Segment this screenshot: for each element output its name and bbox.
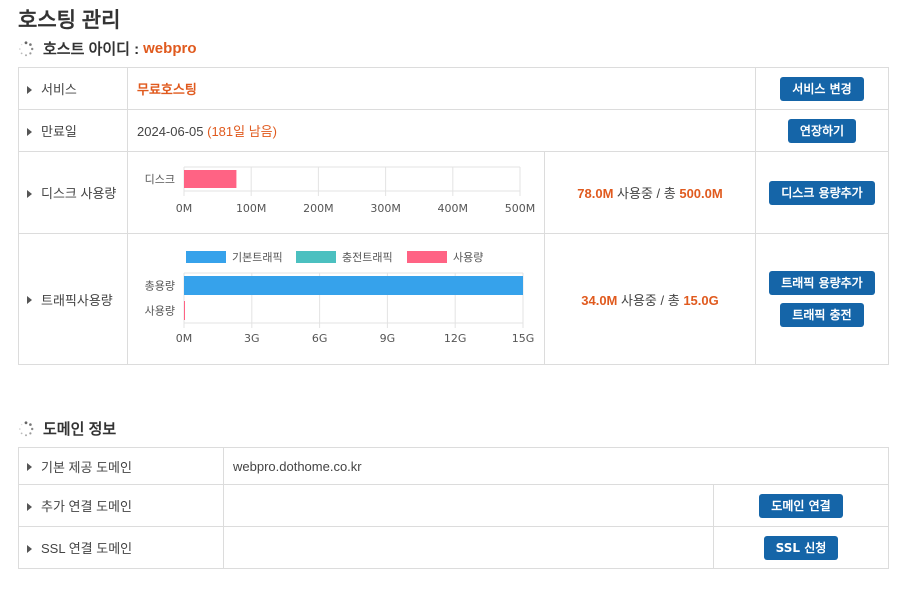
service-row: 서비스 무료호스팅 서비스 변경 <box>18 67 889 110</box>
y-category-label: 총용량 <box>145 280 175 293</box>
y-category-label: 디스크 <box>145 173 175 186</box>
y-category-label: 사용량 <box>145 305 175 318</box>
legend-swatch <box>407 251 447 263</box>
add-traffic-button[interactable]: 트래픽 용량추가 <box>769 271 875 295</box>
disk-used-text: 사용중 / 총 <box>617 186 676 201</box>
service-label: 서비스 <box>41 82 77 97</box>
x-tick-label: 300M <box>370 202 401 215</box>
loading-spinner-icon <box>19 420 34 436</box>
expiry-row: 만료일 2024-06-05 (181일 남음) 연장하기 <box>18 109 889 152</box>
x-tick-label: 15G <box>512 332 535 345</box>
legend-label: 충전트래픽 <box>342 251 393 264</box>
x-tick-label: 0M <box>176 332 193 345</box>
caret-right-icon <box>27 463 32 472</box>
expiry-date: 2024-06-05 <box>137 124 204 139</box>
caret-right-icon <box>27 544 32 553</box>
host-id-heading: 호스트 아이디 : webpro <box>18 38 196 59</box>
domain-table: 기본 제공 도메인 webpro.dothome.co.kr 추가 연결 도메인… <box>18 447 889 569</box>
change-service-button[interactable]: 서비스 변경 <box>780 76 864 101</box>
extra-domain-value <box>223 484 714 527</box>
x-tick-label: 500M <box>505 202 536 215</box>
legend-swatch <box>296 251 336 263</box>
disk-usage-chart: 0M 100M 200M 300M 400M 500M 디스크 <box>145 166 536 215</box>
extend-button[interactable]: 연장하기 <box>787 118 857 143</box>
x-tick-label: 6G <box>312 332 328 345</box>
disk-label: 디스크 사용량 <box>41 186 117 201</box>
x-tick-label: 100M <box>236 202 267 215</box>
host-id-label: 호스트 아이디 : <box>43 41 140 58</box>
service-label-cell: 서비스 <box>18 67 128 110</box>
caret-right-icon <box>27 502 32 511</box>
loading-spinner-icon <box>19 40 34 56</box>
traffic-total-value: 15.0G <box>683 292 719 308</box>
traffic-usage-text: 34.0M 사용중 / 총 15.0G <box>544 233 756 365</box>
disk-row: 디스크 사용량 0M 100M 200M 300M 400M 500M 디스크 78.0M … <box>18 151 889 234</box>
ssl-domain-row: SSL 연결 도메인 SSL 신청 <box>18 526 889 569</box>
x-tick-label: 9G <box>380 332 396 345</box>
page-title: 호스팅 관리 <box>18 9 121 32</box>
bar <box>184 170 237 188</box>
domain-info-title: 도메인 정보 <box>43 421 117 438</box>
extra-domain-row: 추가 연결 도메인 도메인 연결 <box>18 484 889 527</box>
traffic-used-text: 사용중 / 총 <box>621 292 680 308</box>
x-tick-label: 400M <box>438 202 469 215</box>
ssl-domain-label: SSL 연결 도메인 <box>41 541 133 556</box>
bar <box>184 301 185 320</box>
traffic-usage-chart: 0M 3G 6G 9G 12G 15G총용량사용량기본트래픽 충전트래픽 사용량 <box>145 251 535 345</box>
legend-swatch <box>186 251 226 263</box>
add-disk-button[interactable]: 디스크 용량추가 <box>769 180 875 205</box>
expiry-label: 만료일 <box>41 124 77 139</box>
traffic-row: 트래픽사용량 0M 3G 6G 9G 12G 15G 총용량 사용량 기본트래픽 충전트래픽 사용량… <box>18 233 889 365</box>
extra-domain-label: 추가 연결 도메인 <box>41 499 132 514</box>
bar <box>184 276 523 295</box>
ssl-domain-value <box>223 526 714 569</box>
disk-usage-text: 78.0M 사용중 / 총 500.0M <box>544 151 756 234</box>
caret-right-icon <box>27 85 32 94</box>
disk-total-value: 500.0M <box>679 186 723 201</box>
expiry-remaining: (181일 남음) <box>207 124 277 139</box>
legend-label: 사용량 <box>453 251 483 264</box>
hosting-table: 서비스 무료호스팅 서비스 변경 만료일 2024-06-05 (181일 남음… <box>18 67 889 365</box>
default-domain-label: 기본 제공 도메인 <box>41 459 132 475</box>
caret-right-icon <box>27 189 32 198</box>
ssl-apply-button[interactable]: SSL 신청 <box>763 535 839 560</box>
host-id-value: webpro <box>143 40 197 57</box>
connect-domain-button[interactable]: 도메인 연결 <box>759 493 843 518</box>
x-tick-label: 200M <box>303 202 334 215</box>
x-tick-label: 0M <box>176 202 193 215</box>
service-value: 무료호스팅 <box>137 82 197 97</box>
default-domain-value: webpro.dothome.co.kr <box>233 458 362 474</box>
x-tick-label: 12G <box>444 332 467 345</box>
default-domain-row: 기본 제공 도메인 webpro.dothome.co.kr <box>18 447 889 485</box>
x-tick-label: 3G <box>244 332 260 345</box>
caret-right-icon <box>27 296 32 305</box>
domain-info-heading: 도메인 정보 <box>18 418 116 439</box>
disk-used-value: 78.0M <box>577 186 614 201</box>
caret-right-icon <box>27 127 32 136</box>
traffic-used-value: 34.0M <box>581 292 618 308</box>
traffic-label: 트래픽사용량 <box>41 292 113 308</box>
charge-traffic-button[interactable]: 트래픽 충전 <box>780 303 864 327</box>
legend-label: 기본트래픽 <box>232 251 283 264</box>
